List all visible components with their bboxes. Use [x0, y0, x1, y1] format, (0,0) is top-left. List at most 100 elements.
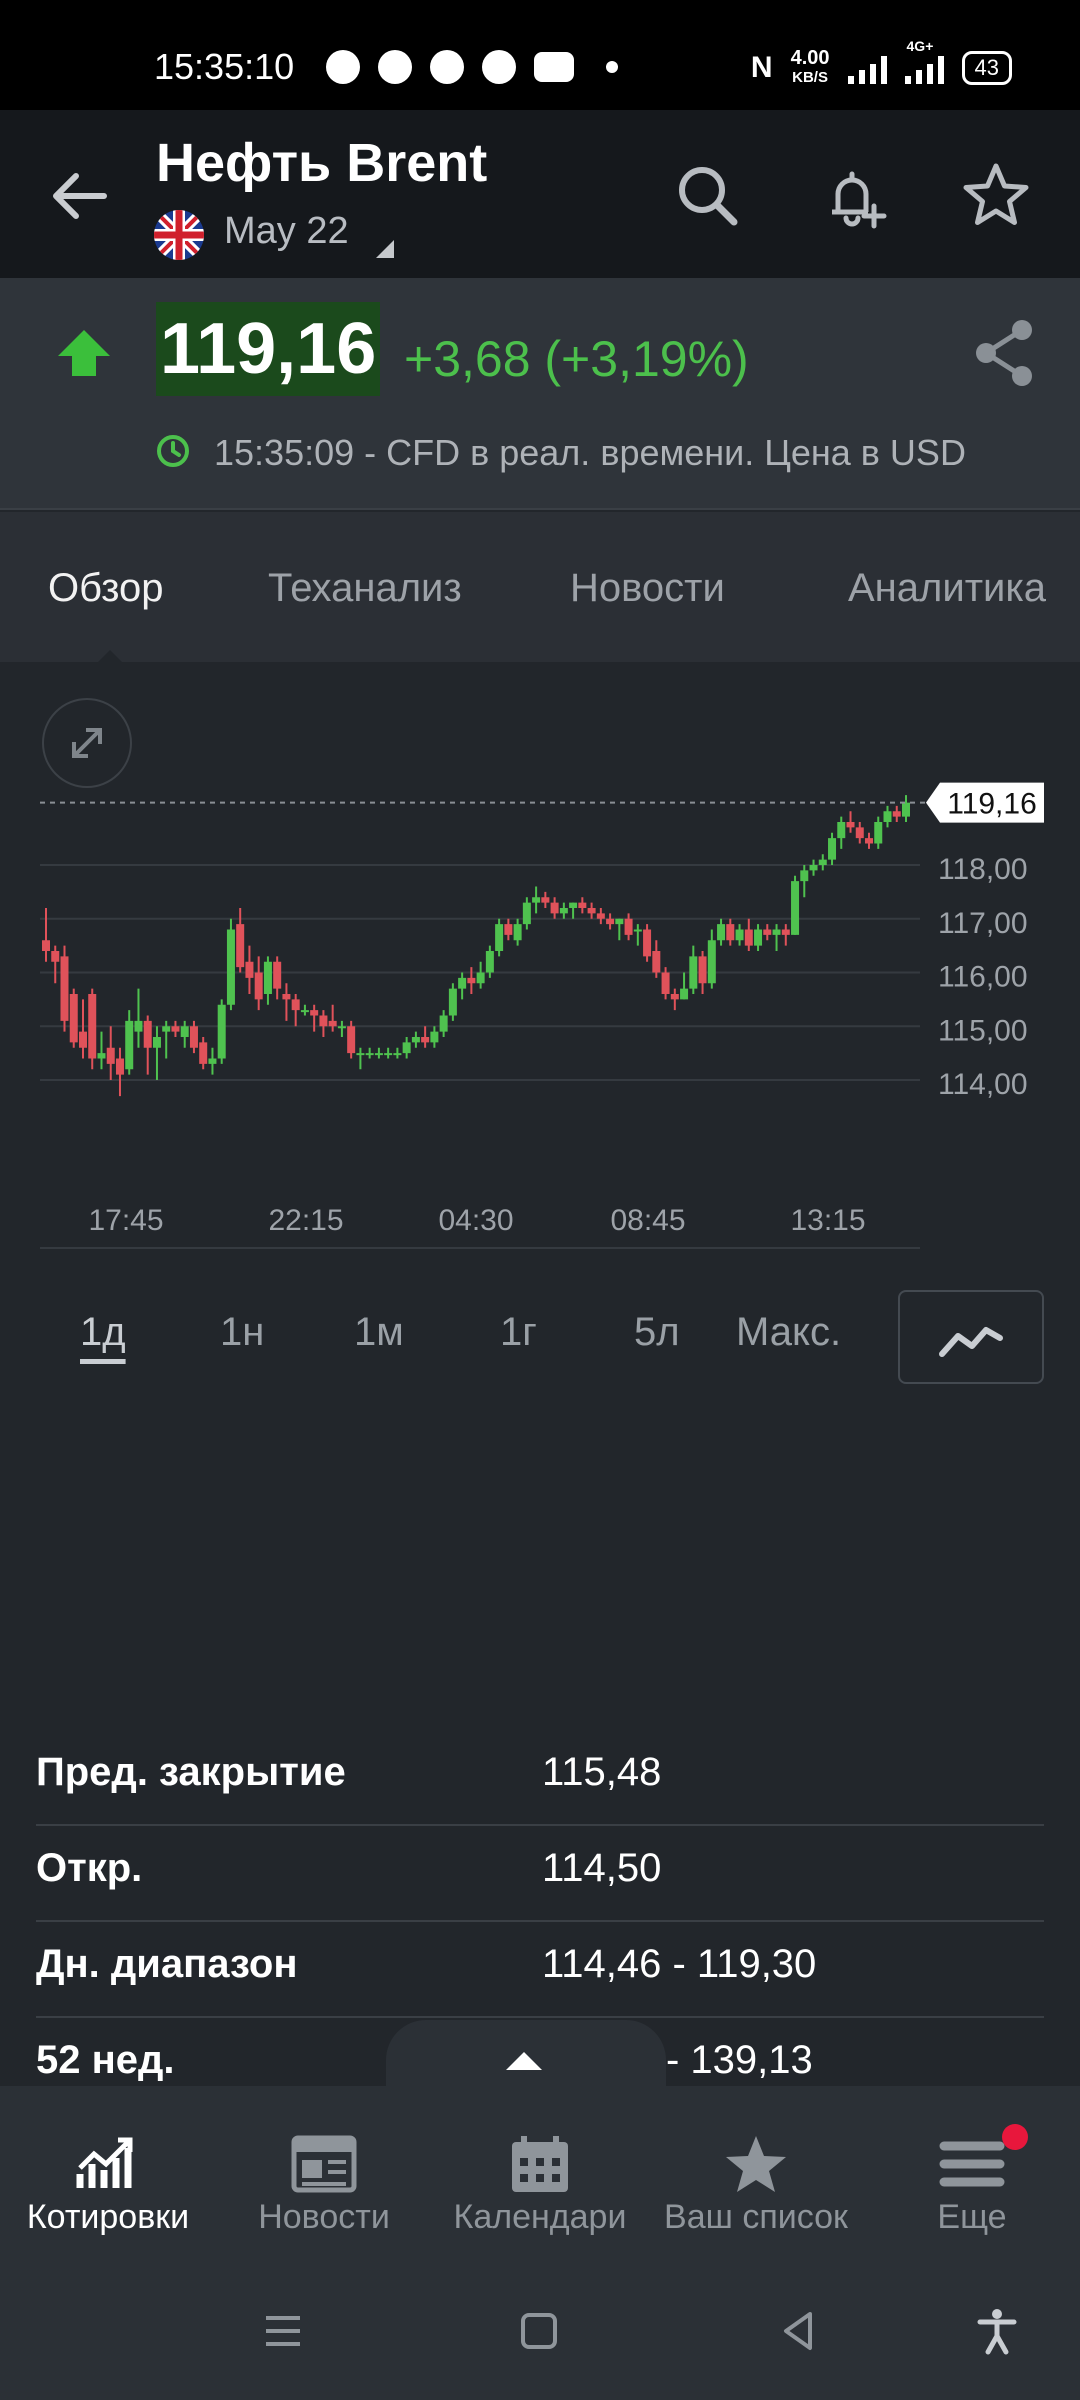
candle-body — [763, 929, 772, 935]
nav-more[interactable]: Еще — [864, 2086, 1080, 2260]
nav-quotes[interactable]: Котировки — [0, 2086, 216, 2260]
candle-body — [818, 859, 827, 865]
candle-body — [855, 827, 864, 839]
candle-body — [495, 924, 504, 951]
expand-panel-button[interactable] — [386, 2020, 666, 2086]
candle-body — [541, 897, 550, 903]
last-price-label: 119,16 — [947, 788, 1037, 821]
candle-body — [300, 1010, 309, 1013]
section-tabs: Обзор Теханализ Новости Аналитика — [0, 512, 1080, 662]
y-tick-label: 117,00 — [938, 907, 1028, 940]
tab-overview[interactable]: Обзор — [48, 566, 164, 611]
tab-news[interactable]: Новости — [570, 566, 725, 611]
candle-body — [347, 1026, 356, 1054]
whatsapp-icon — [326, 50, 360, 84]
candle-body — [51, 951, 60, 962]
contract-selector[interactable]: May 22 — [224, 210, 349, 253]
message-icon — [430, 50, 464, 84]
candle-body — [393, 1053, 402, 1056]
candle-body — [680, 988, 689, 1000]
network-speed: 4.00 KB/S — [790, 47, 830, 86]
nav-news[interactable]: Новости — [216, 2086, 432, 2260]
y-tick-label: 118,00 — [938, 853, 1028, 886]
search-icon — [679, 167, 738, 226]
arrow-up-icon — [58, 330, 110, 376]
share-button[interactable] — [972, 318, 1036, 388]
candle-body — [781, 929, 790, 935]
candle-body — [88, 994, 97, 1059]
candle-body — [513, 924, 522, 941]
instrument-title: Нефть Brent — [156, 133, 488, 193]
back-nav-button[interactable] — [774, 2306, 824, 2356]
range-5y[interactable]: 5л — [634, 1310, 680, 1355]
candle-body — [754, 929, 763, 946]
line-chart-icon — [939, 1327, 1003, 1357]
candle-body — [707, 940, 716, 984]
nav-calendars[interactable]: Календари — [432, 2086, 648, 2260]
quote-timestamp: 15:35:09 - CFD в реал. времени. Цена в U… — [214, 432, 966, 473]
newspaper-icon — [291, 2135, 357, 2193]
price-change: +3,68 (+3,19%) — [404, 331, 749, 387]
range-1d[interactable]: 1д — [80, 1310, 126, 1355]
range-max[interactable]: Макс. — [736, 1310, 841, 1355]
candle-body — [615, 918, 624, 925]
candle-body — [291, 999, 300, 1011]
candle-body — [310, 1010, 319, 1016]
fullscreen-button[interactable] — [42, 698, 132, 788]
price-chart[interactable]: 118,00 117,00 116,00 115,00 114,00 17:45 22:15… — [0, 680, 1080, 1250]
notification-icons — [326, 50, 618, 84]
range-1m[interactable]: 1м — [354, 1310, 404, 1355]
candle-body — [837, 822, 846, 839]
candle-body — [402, 1042, 411, 1054]
notification-badge — [1002, 2124, 1028, 2150]
search-button[interactable] — [668, 156, 748, 236]
candle-body — [356, 1053, 365, 1056]
candle-body — [115, 1058, 124, 1075]
candle-body — [800, 870, 809, 882]
stat-value: 114,46 - 119,30 — [542, 1942, 817, 1986]
candle-body — [596, 913, 605, 919]
candle-body — [624, 918, 633, 935]
chart-type-button[interactable] — [898, 1290, 1044, 1384]
recent-apps-button[interactable] — [258, 2306, 308, 2356]
candle-body — [448, 988, 457, 1016]
candle-body — [143, 1020, 152, 1048]
status-time: 15:35:10 — [154, 46, 295, 87]
add-alert-button[interactable] — [816, 156, 896, 236]
candle-body — [337, 1026, 346, 1029]
candle-body — [125, 1020, 134, 1070]
bottom-navigation: Котировки Новости Календари Ваш список Е… — [0, 2086, 1080, 2260]
candlestick-chart: 118,00 117,00 116,00 115,00 114,00 17:45 22:15… — [40, 782, 1044, 1249]
nav-watchlist[interactable]: Ваш список — [648, 2086, 864, 2260]
star-outline-icon — [963, 163, 1029, 225]
candle-body — [282, 994, 291, 1000]
candle-body — [744, 929, 753, 946]
candle-body — [458, 977, 467, 989]
candle-body — [254, 972, 263, 1000]
candle-body — [319, 1015, 328, 1027]
candle-body — [689, 956, 698, 989]
candle-body — [226, 929, 235, 1005]
accessibility-button[interactable] — [972, 2306, 1022, 2356]
candle-body — [180, 1026, 189, 1037]
back-button[interactable] — [40, 156, 120, 236]
candle-body — [421, 1037, 430, 1043]
add-to-watchlist-button[interactable] — [956, 156, 1036, 236]
tab-analysis[interactable]: Аналитика — [848, 566, 1046, 611]
candle-body — [652, 951, 661, 973]
system-indicators: N 4.00 KB/S 4G+ 43 — [751, 38, 1012, 88]
range-1w[interactable]: 1н — [220, 1310, 264, 1355]
candle-body — [883, 811, 892, 822]
candle-body — [717, 924, 726, 941]
range-1y[interactable]: 1г — [500, 1310, 537, 1355]
tab-technical[interactable]: Теханализ — [268, 566, 462, 611]
status-bar: 15:35:10 N 4.00 KB/S 4G+ 43 — [0, 0, 1080, 110]
expand-icon — [72, 728, 102, 758]
x-tick-label: 17:45 — [88, 1204, 163, 1237]
home-button[interactable] — [514, 2306, 564, 2356]
battery-icon: 43 — [961, 51, 1012, 85]
candle-body — [559, 908, 568, 914]
candle-body — [162, 1026, 171, 1032]
signal-4g-icon: 4G+ — [904, 38, 944, 84]
candle-body — [208, 1058, 217, 1064]
